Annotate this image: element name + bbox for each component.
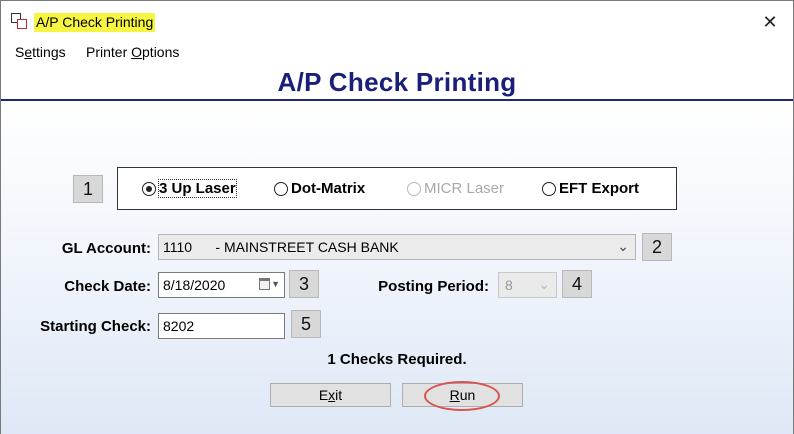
step-badge-1: 1 — [73, 175, 103, 203]
posting-period-label: Posting Period: — [378, 278, 489, 295]
step-badge-3: 3 — [289, 270, 319, 298]
page-title: A/P Check Printing — [277, 67, 517, 97]
radio-micr-laser: MICR Laser — [407, 180, 504, 197]
chevron-down-icon: ⌄ — [617, 238, 629, 254]
step-badge-4: 4 — [562, 270, 592, 298]
window-title: A/P Check Printing — [34, 13, 156, 32]
starting-check-label: Starting Check: — [40, 318, 151, 335]
app-icon — [11, 13, 29, 31]
radio-circle — [407, 181, 421, 196]
radio-eft-export[interactable]: EFT Export — [542, 180, 639, 197]
radio-dot-matrix[interactable]: Dot-Matrix — [274, 180, 365, 197]
step-badge-2: 2 — [642, 233, 672, 261]
check-date-field[interactable]: 8/18/2020 ▼ — [158, 272, 285, 298]
page-header: A/P Check Printing — [1, 63, 793, 101]
close-icon[interactable]: ✕ — [755, 9, 785, 35]
title-bar: A/P Check Printing ✕ — [1, 1, 793, 41]
app-window: A/P Check Printing ✕ Settings Printer Op… — [0, 0, 794, 434]
bottom-edge — [1, 428, 793, 434]
menu-settings[interactable]: Settings — [15, 44, 66, 60]
print-type-group: 3 Up Laser Dot-Matrix MICR Laser EFT Exp… — [117, 167, 677, 210]
exit-button[interactable]: Ex it — [270, 383, 391, 407]
menu-bar: Settings Printer Options — [1, 41, 793, 63]
calendar-icon[interactable]: ▼ — [259, 278, 280, 290]
main-content: 1 3 Up Laser Dot-Matrix MICR Laser EFT E… — [1, 103, 793, 433]
radio-circle — [542, 181, 556, 196]
radio-circle — [142, 181, 156, 196]
radio-3-up-laser[interactable]: 3 Up Laser — [142, 179, 237, 198]
menu-printer-options[interactable]: Printer Options — [86, 44, 179, 60]
check-date-label: Check Date: — [64, 278, 151, 295]
posting-period-select: 8 ⌄ — [498, 272, 557, 298]
gl-account-select[interactable]: 1110 - MAINSTREET CASH BANK ⌄ — [158, 234, 636, 260]
run-button[interactable]: Run — [402, 383, 523, 407]
radio-circle — [274, 181, 288, 196]
chevron-down-icon: ⌄ — [538, 276, 550, 292]
starting-check-input[interactable]: 8202 — [158, 313, 285, 339]
checks-required-text: 1 Checks Required. — [327, 351, 467, 368]
step-badge-5: 5 — [291, 310, 321, 338]
gl-account-label: GL Account: — [61, 240, 151, 257]
